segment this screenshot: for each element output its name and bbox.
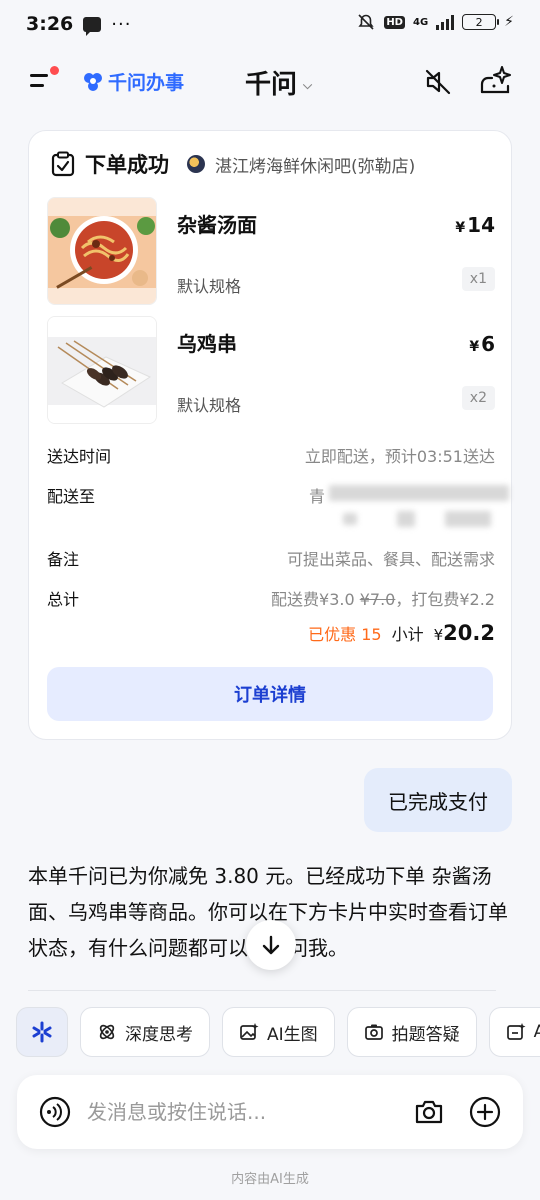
asterisk-sparkle-icon [32,1021,52,1043]
status-bar: 3:26 ··· HD 4G 2 ⚡ [0,0,540,48]
brand-logo-icon [84,72,102,91]
deep-think-icon [99,1024,115,1040]
subtotal-label: 小计 [391,625,424,644]
app-header: 千问办事 千问 ⌵ [0,52,540,110]
chat-page: 3:26 ··· HD 4G 2 ⚡ 千问办事 千问 ⌵ 下单成功 湛江烤海鲜休… [0,0,540,1200]
status-time: 3:26 [26,13,74,35]
ai-edit-icon [506,1023,526,1040]
address-value: 青 [309,487,326,506]
fee-summary: 配送费¥3.0 ¥7.0，打包费¥2.2 [271,586,495,610]
item-price: ¥14 [455,213,495,237]
item-quantity: x2 [461,386,495,410]
redacted-address [343,513,357,525]
subtotal-row: 已优惠 15 小计 ¥20.2 [47,621,495,651]
delivery-time-label: 送达时间 [47,447,112,466]
item-name: 杂酱汤面 [177,213,257,237]
new-chat-sparkle-button[interactable] [478,64,514,98]
quick-skills-button[interactable] [16,1007,68,1057]
note-label: 备注 [47,550,80,569]
subtotal-value: 20.2 [443,621,495,645]
add-attachment-button[interactable] [469,1096,501,1128]
delivery-time-value: 立即配送，预计03:51送达 [304,447,495,466]
charging-icon: ⚡ [504,14,514,30]
message-notification-icon [83,16,102,36]
brand-logo-button[interactable]: 千问办事 [82,68,184,95]
item-spec: 默认规格 [177,396,242,415]
redacted-address [397,511,415,527]
chip-label: 拍题答疑 [391,1024,460,1045]
scroll-to-bottom-button[interactable] [246,920,296,970]
divider [28,990,496,991]
total-label: 总计 [47,590,80,609]
menu-icon-line [30,84,44,87]
hd-badge: HD [384,15,405,29]
chip-label: AI [533,1022,540,1042]
subtotal-amount: ¥20.2 [434,621,495,645]
currency-symbol: ¥ [469,339,480,355]
menu-icon-line [30,74,48,77]
skewer-dish-image [47,316,157,424]
camera-button[interactable] [413,1096,445,1128]
more-notifications-icon: ··· [111,13,132,35]
brand-name: 千问办事 [108,72,185,94]
page-title: 千问 [245,70,298,100]
model-selector[interactable]: 千问 ⌵ [245,64,312,101]
photo-question-icon [364,1024,383,1040]
voice-input-button[interactable] [39,1096,71,1128]
item-spec: 默认规格 [177,277,242,296]
redacted-address [329,485,509,501]
battery-level: 2 [475,15,483,29]
clipboard-check-icon [51,151,75,177]
photo-question-chip[interactable]: 拍题答疑 [346,1007,477,1057]
message-input[interactable] [87,1097,387,1127]
delivery-fee: 配送费¥3.0 [271,590,360,609]
note-value: 可提出菜品、餐具、配送需求 [286,550,495,569]
item-quantity: x1 [461,267,495,291]
order-item[interactable]: 乌鸡串 默认规格 ¥6 x2 [47,316,495,426]
bell-off-icon [358,14,374,30]
battery-icon: 2 [462,14,500,30]
delivery-address-row: 配送至 青 [47,483,509,533]
order-detail-button[interactable]: 订单详情 [47,667,493,721]
price-value: 14 [467,213,495,237]
order-success-card[interactable]: 下单成功 湛江烤海鲜休闲吧(弥勒店) 杂酱汤面 默认规格 ¥ 14 x1 乌鸡串… [28,130,512,740]
card-header: 下单成功 湛江烤海鲜休闲吧(弥勒店) [51,149,415,179]
ai-generated-notice: 内容由AI生成 [231,1172,309,1187]
packing-fee: ，打包费¥2.2 [395,590,495,609]
chip-label: 深度思考 [125,1024,193,1045]
shop-name[interactable]: 湛江烤海鲜休闲吧(弥勒店) [215,152,415,177]
feature-chip-bar: 深度思考 AI生图 拍题答疑 AI [16,1007,540,1057]
currency-symbol: ¥ [455,220,466,236]
notification-dot [50,66,59,75]
deep-think-chip[interactable]: 深度思考 [80,1007,210,1057]
signal-icon [436,14,455,30]
item-price: ¥6 [469,332,495,356]
mute-button[interactable] [422,66,454,98]
shop-avatar [187,155,205,173]
original-delivery-fee: ¥7.0 [359,590,396,609]
chip-label: AI生图 [267,1024,318,1045]
redacted-address [445,511,491,527]
chevron-down-icon: ⌵ [303,78,313,92]
menu-button[interactable] [30,66,60,96]
order-item[interactable]: 杂酱汤面 默认规格 ¥14 x1 [47,197,495,307]
item-name: 乌鸡串 [177,332,237,356]
user-message-bubble[interactable]: 已完成支付 [364,768,512,832]
ai-image-icon [240,1023,259,1040]
ai-edit-chip[interactable]: AI [488,1007,540,1057]
price-value: 6 [481,332,495,356]
noodle-dish-image [47,197,157,305]
ai-image-chip[interactable]: AI生图 [222,1007,335,1057]
order-status-title: 下单成功 [85,153,169,177]
address-label: 配送至 [47,487,96,506]
subtotal-currency: ¥ [433,626,444,644]
arrow-down-icon [262,935,280,955]
message-input-bar [17,1075,523,1149]
network-label: 4G [412,16,429,28]
discount-amount: 已优惠 15 [308,625,382,644]
